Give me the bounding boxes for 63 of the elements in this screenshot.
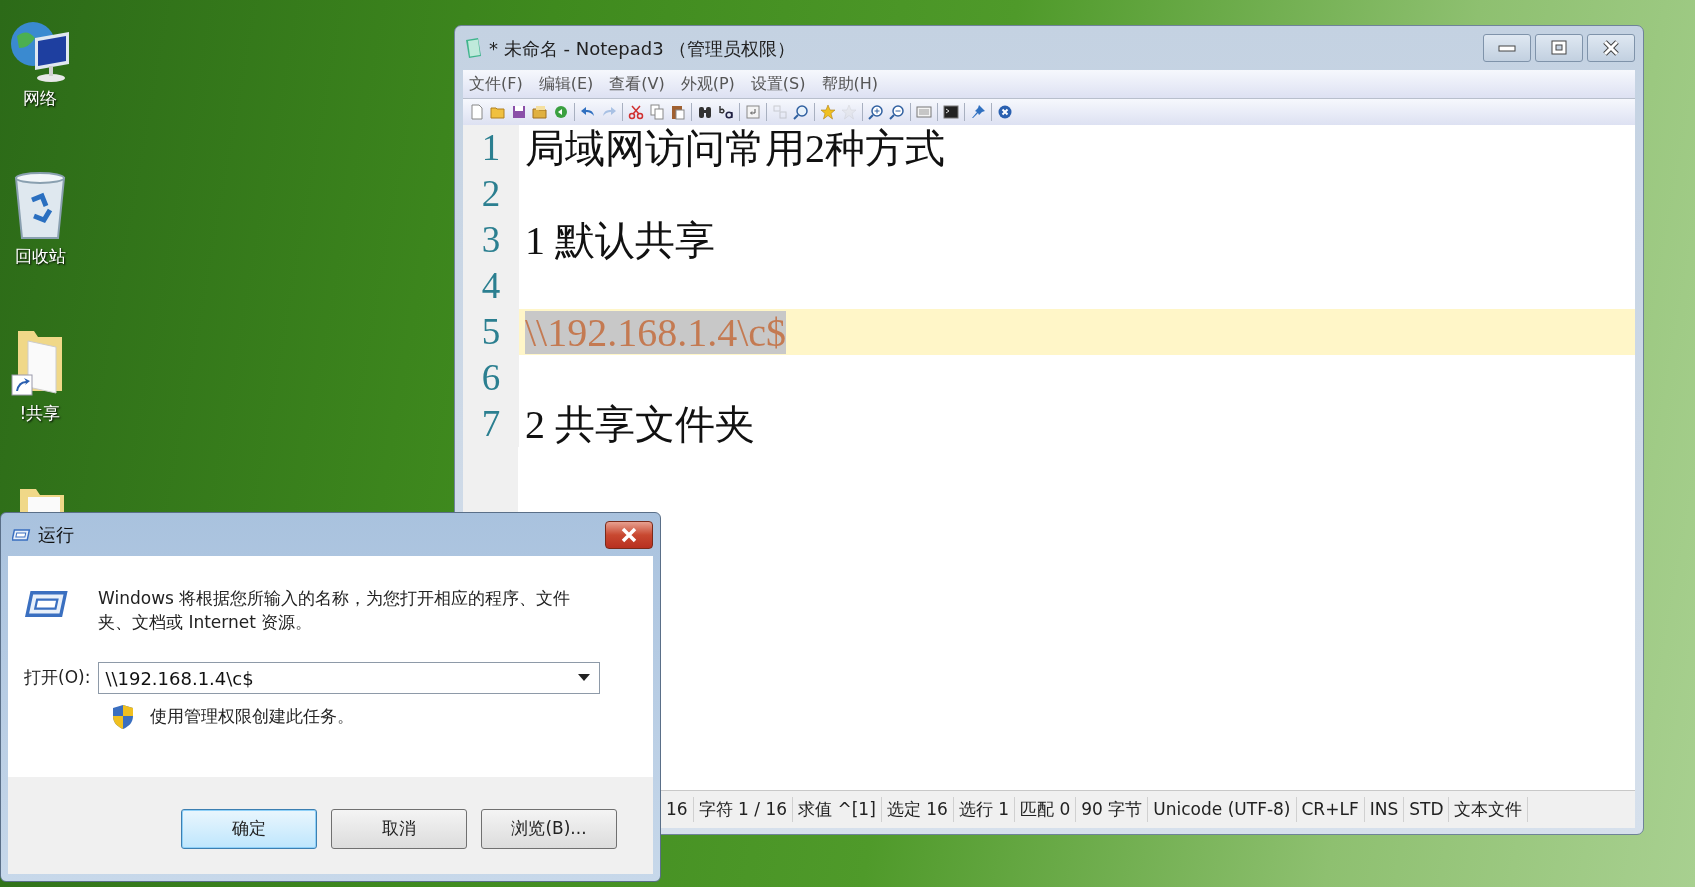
admin-note: 使用管理权限创建此任务。	[150, 705, 354, 729]
recycle-bin-icon[interactable]	[12, 169, 68, 242]
menu-item[interactable]: 文件(F)	[469, 72, 523, 96]
status-item: Unicode (UTF-8)	[1148, 796, 1297, 823]
clipboard-icon[interactable]	[670, 104, 686, 120]
desktop-icon-label[interactable]: 回收站	[14, 243, 66, 269]
dialog-title: 运行	[38, 523, 74, 547]
line-number: 4	[463, 263, 519, 309]
selected-text: \\192.168.1.4\c$	[525, 310, 787, 354]
editor-line-text: 2 共享文件夹	[525, 402, 755, 446]
maximize-button[interactable]	[1535, 34, 1583, 62]
open-label: 打开(O):	[24, 666, 91, 690]
magnifier-icon[interactable]	[793, 104, 809, 120]
minimize-button[interactable]	[1483, 34, 1531, 62]
line-number: 6	[463, 355, 519, 401]
status-item: 选定 16	[881, 796, 954, 823]
pin-icon[interactable]	[970, 104, 986, 120]
editor-line-text: 1 默认共享	[525, 218, 715, 262]
folders-icon[interactable]	[532, 104, 548, 120]
zoom-in-icon[interactable]	[868, 104, 884, 120]
menu-item[interactable]: 设置(S)	[750, 72, 806, 96]
line-number: 7	[463, 401, 519, 447]
close-icon	[1601, 39, 1621, 57]
dialog-button[interactable]: 取消	[331, 808, 467, 849]
maximize-icon	[1549, 39, 1569, 57]
status-item: 求值 ^[1]	[793, 796, 882, 823]
editor-line-text: 局域网访问常用2种方式	[525, 126, 945, 170]
status-item: STD	[1404, 796, 1450, 823]
replace-icon[interactable]	[718, 104, 734, 120]
line-number: 3	[463, 217, 519, 263]
run-icon	[12, 526, 32, 543]
open-combobox[interactable]: \\192.168.1.4\c$	[98, 662, 601, 694]
status-item: 选行 1	[953, 796, 1016, 823]
dropdown-arrow-icon[interactable]	[578, 674, 591, 682]
status-item: CR+LF	[1296, 796, 1365, 823]
scissors-icon[interactable]	[628, 104, 644, 120]
binoculars-icon[interactable]	[697, 104, 713, 120]
terminal-icon[interactable]	[943, 104, 959, 120]
dialog-button[interactable]: 确定	[181, 808, 317, 849]
status-item: 匹配 0	[1015, 796, 1077, 823]
status-item: 90 字节	[1076, 796, 1149, 823]
close-button[interactable]	[1587, 34, 1635, 62]
shield-icon	[112, 704, 134, 730]
menu-item[interactable]: 外观(P)	[680, 72, 735, 96]
close-button[interactable]	[605, 520, 653, 549]
line-number: 2	[463, 171, 519, 217]
close-icon	[619, 526, 639, 543]
menu-item[interactable]: 查看(V)	[609, 72, 665, 96]
close-circle-icon[interactable]	[997, 104, 1013, 120]
status-item: 文本文件	[1449, 796, 1529, 823]
desktop-icon-label[interactable]: !共享	[19, 401, 61, 427]
zoom-out-icon[interactable]	[889, 104, 905, 120]
desktop-icon-label[interactable]: 网络	[23, 86, 57, 112]
line-number: 1	[463, 125, 519, 171]
dialog-button[interactable]: 浏览(B)...	[481, 808, 617, 849]
star-icon[interactable]	[820, 104, 836, 120]
notepad-icon	[463, 37, 483, 59]
line-number: 5	[463, 309, 519, 355]
menu-item[interactable]: 编辑(E)	[538, 72, 594, 96]
status-item: 字符 1 / 16	[693, 796, 794, 823]
menu-item[interactable]: 帮助(H)	[821, 72, 878, 96]
window-title: * 未命名 - Notepad3 （管理员权限）	[489, 36, 796, 61]
status-item: INS	[1364, 796, 1405, 823]
